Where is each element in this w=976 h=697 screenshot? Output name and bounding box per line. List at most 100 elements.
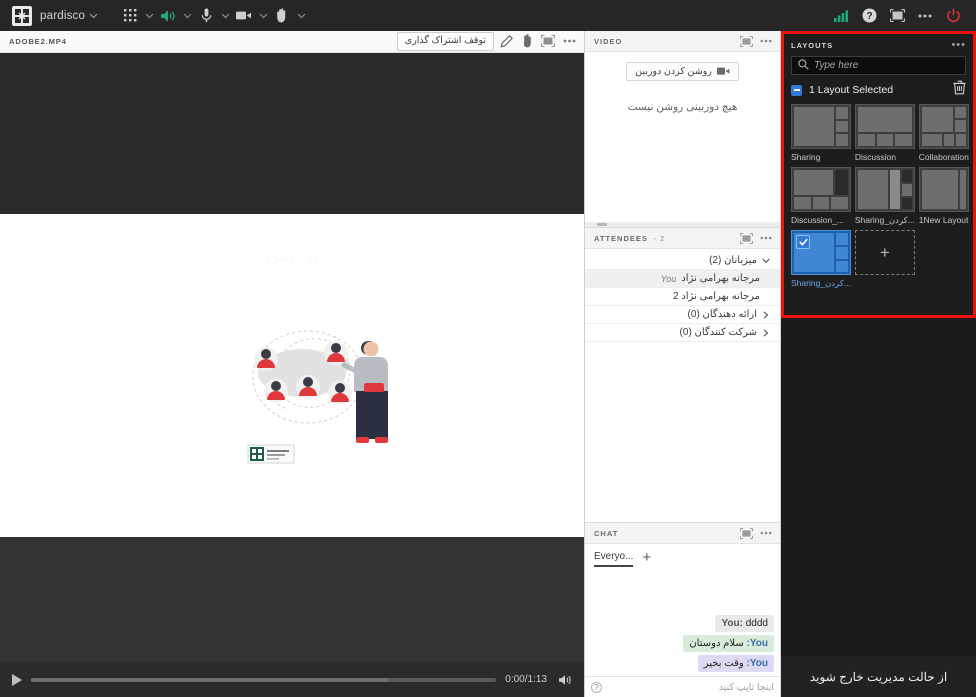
start-camera-label: روشن کردن دوربین: [635, 66, 712, 77]
exit-management-mode-button[interactable]: از حالت مدیریت خارج شوید: [781, 656, 976, 697]
fullscreen-icon[interactable]: [737, 229, 755, 247]
layout-thumbnail: [918, 104, 969, 149]
layout-item-sharing-fa[interactable]: Sharing_کردن...: [854, 167, 915, 225]
apps-grid-icon[interactable]: [119, 5, 141, 27]
more-options-icon[interactable]: [757, 229, 775, 247]
start-camera-button[interactable]: روشن کردن دوربین: [626, 62, 739, 81]
fullscreen-icon[interactable]: [737, 524, 755, 542]
fullscreen-icon[interactable]: [737, 32, 755, 50]
more-options-icon[interactable]: [757, 32, 775, 50]
attendees-count: - 2: [653, 233, 666, 243]
network-signal-icon[interactable]: [828, 5, 854, 27]
video-pod-header: VIDEO: [585, 31, 780, 52]
layout-thumbnail: [791, 104, 851, 149]
chat-pod-actions: [737, 524, 775, 542]
chat-message: You: سلام دوستان: [683, 635, 774, 652]
chevron-right-icon: [760, 310, 772, 319]
more-options-icon[interactable]: [560, 32, 578, 50]
chat-message-text: وقت بخیر: [703, 658, 744, 669]
layout-item-collaboration[interactable]: Collaboration: [918, 104, 969, 162]
stop-sharing-button[interactable]: توقف اشتراک گذاری: [396, 32, 494, 51]
video-progress-slider[interactable]: [31, 677, 497, 682]
more-options-icon[interactable]: [757, 524, 775, 542]
layout-item-sharing[interactable]: Sharing: [791, 104, 851, 162]
pointer-hand-icon[interactable]: [518, 32, 536, 50]
share-pod-header-actions: توقف اشتراک گذاری: [396, 32, 578, 51]
attendee-row-host-2[interactable]: مرجانه بهرامی نژاد 2: [585, 288, 780, 306]
chat-message-author: You:: [721, 618, 743, 629]
share-pod-header: ADOBE2.MP4 توقف اشتراک گذاری: [0, 31, 584, 53]
layout-item-sharing-fa-selected[interactable]: Sharing_کردن...: [791, 230, 851, 288]
video-progress-buffer: [31, 677, 390, 682]
layouts-search-box[interactable]: [791, 56, 966, 75]
attendee-group-label: میزبانان (2): [709, 255, 757, 266]
chat-input-row: ?: [585, 676, 780, 697]
add-chat-tab-button[interactable]: +: [642, 550, 651, 567]
layout-item-new-layout[interactable]: 1New Layout: [918, 167, 969, 225]
layout-selected-checkbox[interactable]: [796, 235, 810, 250]
microphone-icon[interactable]: [195, 5, 217, 27]
attendee-name: مرجانه بهرامی نژاد: [681, 273, 760, 284]
layout-thumbnail: [791, 167, 851, 213]
selection-checkbox-indeterminate[interactable]: [791, 84, 802, 96]
play-icon[interactable]: [12, 673, 22, 686]
chat-message: You: وقت بخیر: [697, 655, 774, 672]
attendee-group-participants[interactable]: شرکت کنندگان (0): [585, 324, 780, 342]
more-options-icon[interactable]: [912, 5, 938, 27]
share-pod: ADOBE2.MP4 توقف اشتراک گذاری پردیس 0:00/…: [0, 31, 585, 697]
trash-icon[interactable]: [953, 80, 966, 100]
raise-hand-chevron-down-icon[interactable]: [293, 8, 309, 24]
help-icon[interactable]: ?: [856, 5, 882, 27]
chat-message-author: You:: [746, 638, 769, 649]
resize-grip-icon: [597, 223, 607, 226]
draw-pen-icon[interactable]: [497, 32, 515, 50]
attendees-pod-title: ATTENDEES: [594, 233, 648, 243]
chat-tab-everyone[interactable]: Everyo...: [594, 551, 634, 567]
attendee-name: مرجانه بهرامی نژاد 2: [672, 291, 760, 302]
attendees-list: میزبانان (2) مرجانه بهرامی نژاد You مرجا…: [585, 249, 780, 522]
chat-message-author: You:: [746, 658, 769, 669]
video-slide: پردیس: [0, 214, 584, 537]
camera-icon[interactable]: [233, 5, 255, 27]
layout-label: Discussion: [854, 152, 896, 162]
meeting-menu-chevron-down-icon[interactable]: [85, 8, 101, 24]
layout-label: Sharing_کردن...: [791, 278, 851, 289]
chat-input[interactable]: [606, 681, 774, 693]
volume-icon[interactable]: [556, 671, 574, 689]
attendee-group-hosts[interactable]: میزبانان (2): [585, 252, 780, 270]
pod-resize-handle[interactable]: [585, 222, 780, 227]
fullscreen-icon[interactable]: [884, 5, 910, 27]
chat-pod-header: CHAT: [585, 523, 780, 544]
connect-logo-icon[interactable]: [12, 5, 32, 26]
speaker-icon[interactable]: [157, 5, 179, 27]
pods-column: VIDEO روشن کردن دوربین هیچ دوربینی روشن …: [585, 31, 781, 697]
chat-messages: You: dddd You: سلام دوستان You: وقت بخیر: [585, 569, 780, 676]
layouts-panel: LAYOUTS ••• 1 Layout Selected: [781, 31, 976, 318]
fullscreen-icon[interactable]: [539, 32, 557, 50]
apps-chevron-down-icon[interactable]: [141, 8, 157, 24]
layout-thumbnail: [854, 104, 915, 149]
attendee-group-label: ارائه دهندگان (0): [687, 309, 757, 320]
end-session-icon[interactable]: [940, 5, 966, 27]
raise-hand-icon[interactable]: [271, 5, 293, 27]
layout-item-discussion[interactable]: Discussion: [854, 104, 915, 162]
microphone-chevron-down-icon[interactable]: [217, 8, 233, 24]
layout-label: Discussion_...: [791, 215, 844, 226]
more-options-icon[interactable]: •••: [951, 39, 966, 51]
camera-icon: [716, 67, 730, 75]
layout-item-discussion-2[interactable]: Discussion_...: [791, 167, 851, 225]
chevron-right-icon: [760, 328, 772, 337]
svg-text:?: ?: [866, 11, 872, 22]
speaker-chevron-down-icon[interactable]: [179, 8, 195, 24]
layouts-selection-bar: 1 Layout Selected: [791, 78, 966, 102]
attendee-group-presenters[interactable]: ارائه دهندگان (0): [585, 306, 780, 324]
top-toolbar: pardisco ?: [0, 0, 976, 31]
layouts-search-input[interactable]: [814, 60, 959, 71]
chat-help-icon[interactable]: ?: [591, 681, 602, 693]
attendee-group-label: شرکت کنندگان (0): [679, 327, 757, 338]
shared-video-area[interactable]: پردیس: [0, 53, 584, 662]
attendee-row-host-1[interactable]: مرجانه بهرامی نژاد You: [585, 270, 780, 288]
attendees-pod: ATTENDEES - 2 میزبانان (2) مرجانه بهرامی…: [585, 228, 780, 523]
add-layout-button[interactable]: +: [854, 230, 915, 288]
camera-chevron-down-icon[interactable]: [255, 8, 271, 24]
